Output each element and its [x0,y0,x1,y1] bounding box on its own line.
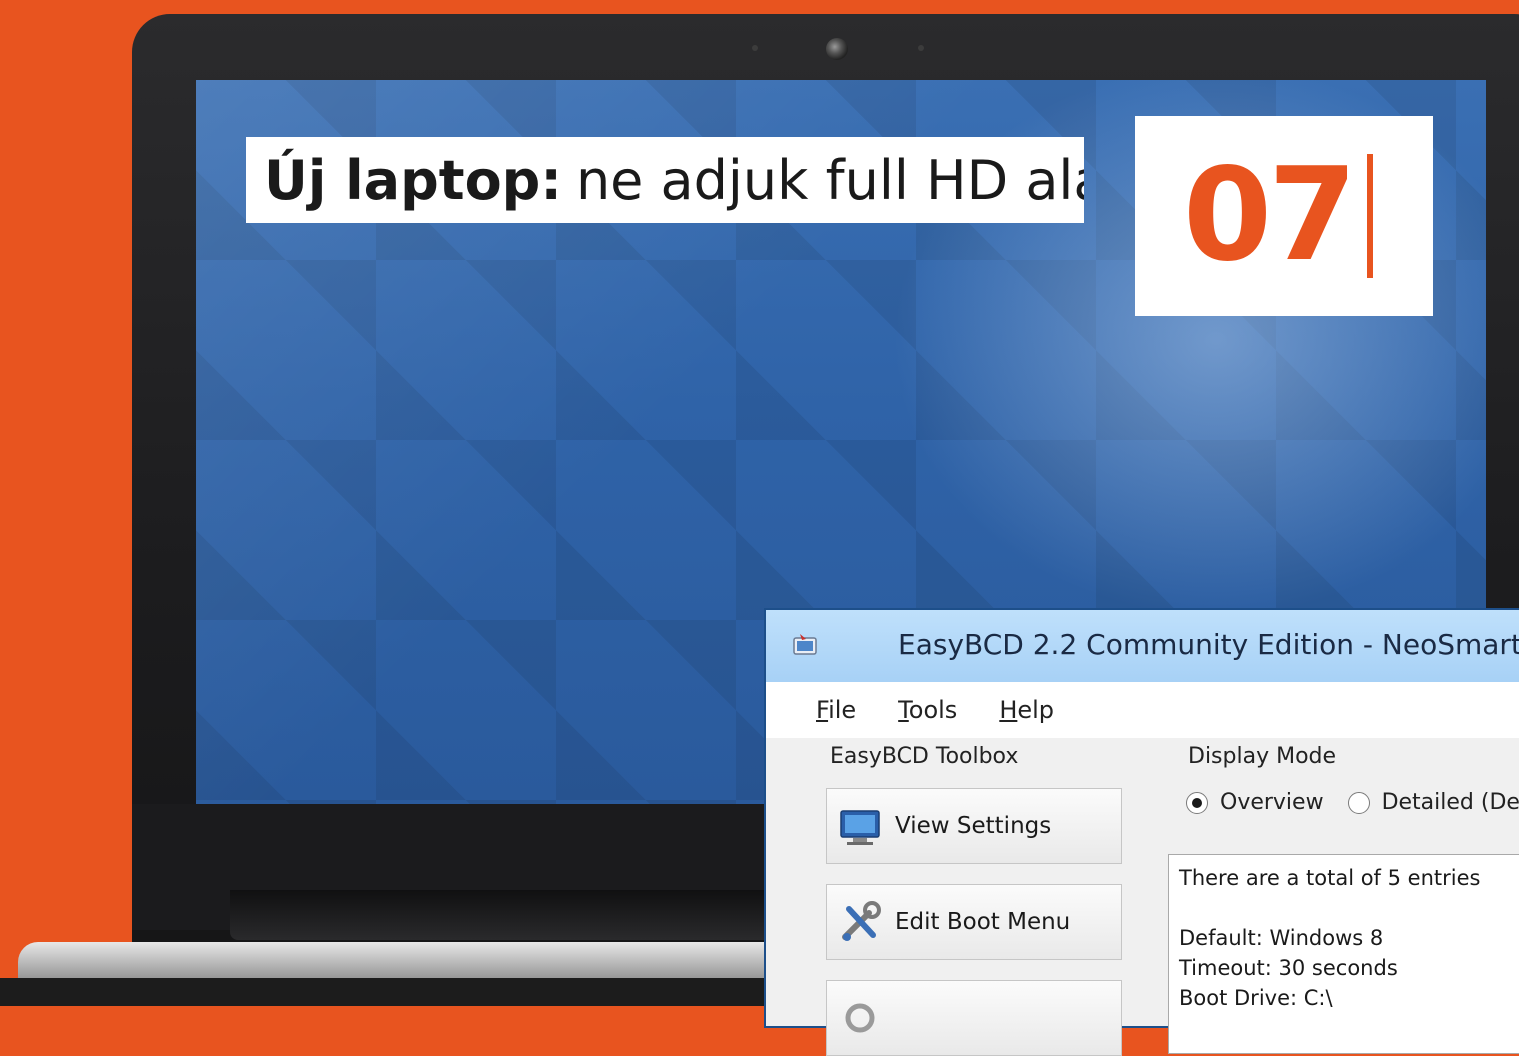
headline-rest: ne adjuk full HD alá [575,148,1084,212]
info-line: Timeout: 30 seconds [1179,956,1398,980]
camera-sensor [918,45,924,51]
menu-bar: File Tools Help [766,682,1519,738]
info-line: Default: Windows 8 [1179,926,1384,950]
issue-number: 07 [1183,141,1357,290]
tools-icon [835,897,885,947]
detailed-radio[interactable] [1347,791,1370,814]
gear-icon [835,993,885,1043]
article-headline: Új laptop: ne adjuk full HD alá [246,137,1084,223]
display-mode-title: Display Mode [1188,744,1337,769]
easybcd-app-icon[interactable] [790,630,820,660]
toolbox-button-3[interactable] [826,980,1122,1056]
easybcd-window: EasyBCD 2.2 Community Edition - NeoSmart… [764,608,1519,1056]
accent-bar [1367,154,1374,278]
window-body: EasyBCD Toolbox View Settings Edit Boot … [766,738,1519,1056]
edit-boot-menu-label: Edit Boot Menu [895,909,1071,935]
display-mode-options: Overview Detailed (De [1186,790,1519,815]
window-title: EasyBCD 2.2 Community Edition - NeoSmart [898,628,1519,661]
menu-help[interactable]: Help [999,696,1054,724]
view-settings-button[interactable]: View Settings [826,788,1122,864]
toolbox-panel: EasyBCD Toolbox View Settings Edit Boot … [810,738,1136,1056]
detailed-label[interactable]: Detailed (De [1382,790,1519,815]
toolbox-title: EasyBCD Toolbox [830,744,1019,769]
issue-number-box: 07 [1135,116,1433,316]
monitor-icon [835,801,885,851]
menu-tools[interactable]: Tools [898,696,957,724]
headline-bold: Új laptop: [264,148,562,212]
edit-boot-menu-button[interactable]: Edit Boot Menu [826,884,1122,960]
camera-sensor [752,45,758,51]
info-line: Boot Drive: C:\ [1179,986,1333,1010]
webcam [826,38,848,60]
window-titlebar[interactable]: EasyBCD 2.2 Community Edition - NeoSmart [766,610,1519,682]
overview-radio[interactable] [1186,791,1208,814]
overview-label[interactable]: Overview [1220,790,1324,815]
info-line: There are a total of 5 entries [1179,866,1481,890]
boot-info-box: There are a total of 5 entries Default: … [1168,854,1519,1054]
menu-file[interactable]: File [816,696,856,724]
view-settings-label: View Settings [895,813,1052,839]
info-line [1179,893,1519,923]
